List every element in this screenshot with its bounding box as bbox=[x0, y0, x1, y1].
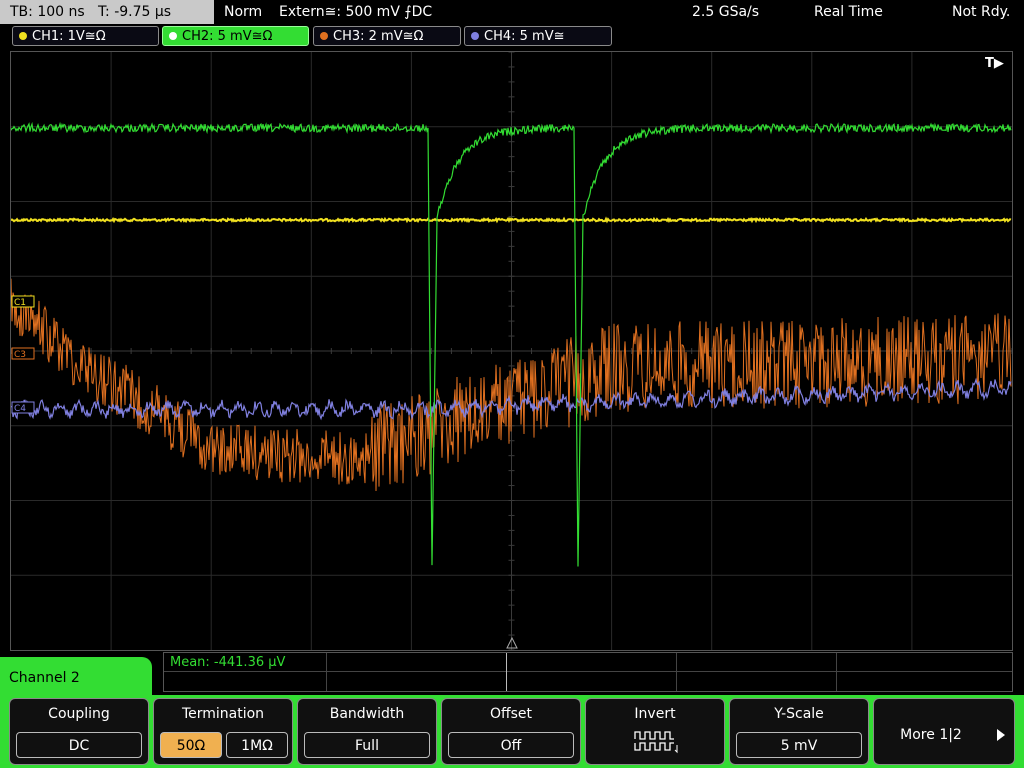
termination-1mohm-option[interactable]: 1MΩ bbox=[226, 732, 288, 758]
invert-waveform-icon bbox=[634, 731, 678, 754]
waveform-canvas: T▶ C1 C3 C4 bbox=[11, 52, 1012, 650]
measurement-col-divider-1 bbox=[326, 653, 327, 691]
softkey-bar: Coupling DC Termination 50Ω 1MΩ Bandwidt… bbox=[0, 695, 1024, 768]
tab-ch3-label: CH3: 2 mV≅Ω bbox=[333, 29, 424, 44]
yscale-title: Y-Scale bbox=[774, 706, 824, 722]
tab-ch1[interactable]: CH1: 1V≅Ω bbox=[12, 26, 159, 46]
acquisition-mode: Real Time bbox=[814, 4, 883, 20]
offset-value[interactable]: Off bbox=[448, 732, 574, 758]
offset-title: Offset bbox=[489, 706, 533, 722]
c4-marker-label: C4 bbox=[14, 404, 26, 414]
timebase-readout[interactable]: TB: 100 ns T: -9.75 µs bbox=[0, 0, 214, 24]
ch1-waveform bbox=[11, 216, 1012, 224]
coupling-title: Coupling bbox=[48, 706, 110, 722]
termination-50ohm-option[interactable]: 50Ω bbox=[160, 732, 222, 758]
status-bar: TB: 100 ns T: -9.75 µs Norm Extern≅: 500… bbox=[0, 0, 1024, 24]
tab-ch4[interactable]: CH4: 5 mV≅ bbox=[464, 26, 612, 46]
trigger-mode[interactable]: Norm bbox=[224, 0, 262, 24]
c1-marker-label: C1 bbox=[14, 298, 26, 308]
sample-rate: 2.5 GSa/s bbox=[692, 4, 760, 20]
termination-title: Termination bbox=[181, 706, 265, 722]
measurement-bar: Mean: -441.36 µV bbox=[163, 652, 1013, 692]
next-arrow-icon bbox=[997, 729, 1005, 741]
measurement-col-divider-3 bbox=[676, 653, 677, 691]
invert-softkey[interactable]: Invert bbox=[585, 698, 725, 765]
bandwidth-value[interactable]: Full bbox=[304, 732, 430, 758]
yscale-softkey[interactable]: Y-Scale 5 mV bbox=[729, 698, 869, 765]
mean-measurement: Mean: -441.36 µV bbox=[170, 655, 286, 670]
termination-softkey[interactable]: Termination 50Ω 1MΩ bbox=[153, 698, 293, 765]
tab-ch1-label: CH1: 1V≅Ω bbox=[32, 29, 106, 44]
trigger-position-marker[interactable]: T▶ bbox=[985, 56, 1004, 71]
menu-title: Channel 2 bbox=[9, 670, 80, 686]
bandwidth-softkey[interactable]: Bandwidth Full bbox=[297, 698, 437, 765]
more-label: More 1|2 bbox=[900, 727, 962, 743]
c3-marker-label: C3 bbox=[14, 350, 26, 360]
measurement-col-divider-4 bbox=[836, 653, 837, 691]
ch3-color-dot bbox=[320, 31, 328, 40]
c3-ground-marker[interactable]: C3 bbox=[11, 347, 35, 360]
measurement-col-divider-2 bbox=[506, 653, 507, 691]
channel-tabs: CH1: 1V≅Ω CH2: 5 mV≅Ω CH3: 2 mV≅Ω CH4: 5… bbox=[0, 26, 1024, 48]
graticule bbox=[11, 52, 1012, 650]
tab-ch2[interactable]: CH2: 5 mV≅Ω bbox=[162, 26, 309, 46]
coupling-value[interactable]: DC bbox=[16, 732, 142, 758]
ch2-color-dot bbox=[169, 31, 177, 40]
tab-ch4-label: CH4: 5 mV≅ bbox=[484, 29, 565, 44]
ch4-color-dot bbox=[471, 31, 479, 40]
more-softkey[interactable]: More 1|2 bbox=[873, 698, 1015, 765]
waveform-display[interactable]: T▶ C1 C3 C4 bbox=[10, 51, 1013, 651]
bandwidth-title: Bandwidth bbox=[329, 706, 405, 722]
ch1-color-dot bbox=[19, 31, 27, 40]
tab-ch3[interactable]: CH3: 2 mV≅Ω bbox=[313, 26, 461, 46]
offset-softkey[interactable]: Offset Off bbox=[441, 698, 581, 765]
trigger-source[interactable]: Extern≅: 500 mV ⨍DC bbox=[279, 0, 432, 24]
yscale-value[interactable]: 5 mV bbox=[736, 732, 862, 758]
acquisition-status: Not Rdy. bbox=[952, 4, 1011, 20]
tab-ch2-label: CH2: 5 mV≅Ω bbox=[182, 29, 273, 44]
coupling-softkey[interactable]: Coupling DC bbox=[9, 698, 149, 765]
invert-title: Invert bbox=[634, 706, 676, 722]
measurement-divider bbox=[164, 671, 1012, 672]
c1-ground-marker[interactable]: C1 bbox=[11, 295, 35, 308]
c4-ground-marker[interactable]: C4 bbox=[11, 401, 35, 414]
